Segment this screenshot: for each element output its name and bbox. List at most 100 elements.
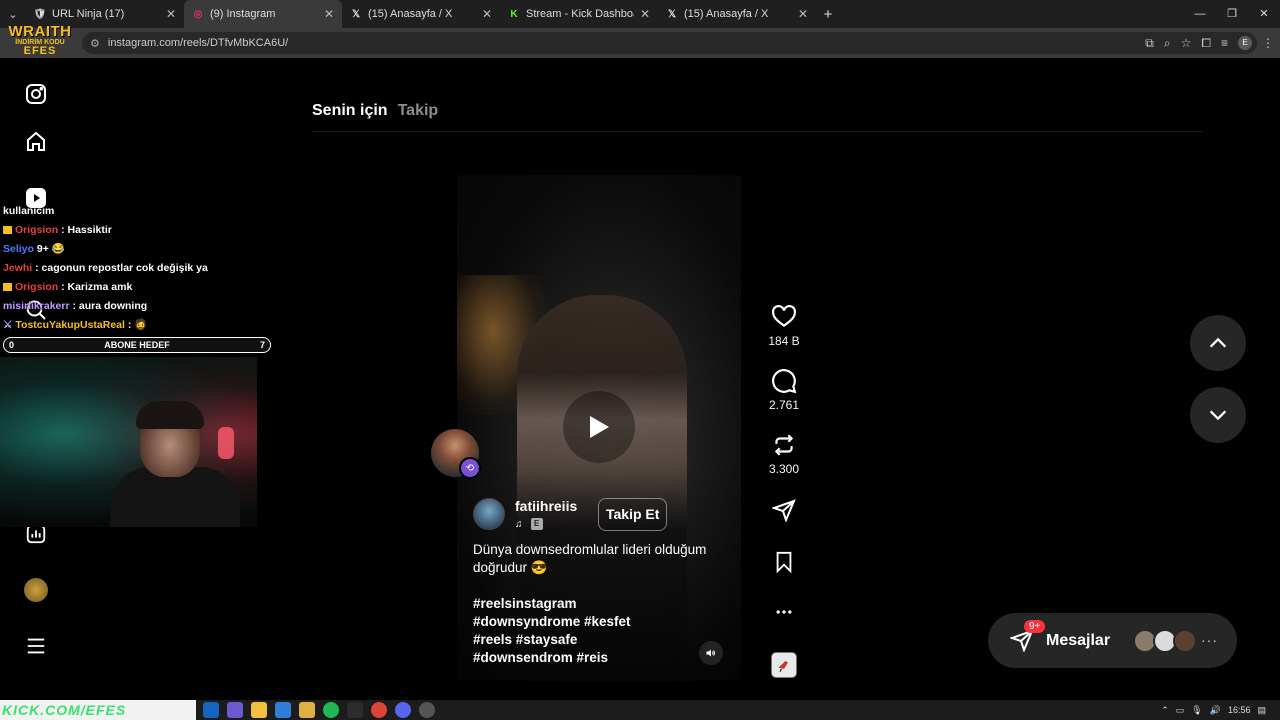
- chat-user: misiriikrakerr: [3, 300, 70, 312]
- close-window-icon[interactable]: ✕: [1248, 0, 1280, 28]
- feed-tabs: Senin için Takip: [312, 102, 438, 120]
- chevron-down-icon: [1209, 410, 1227, 421]
- tab-kick[interactable]: K Stream - Kick Dashboard ✕: [500, 0, 658, 28]
- taskbar-search-area[interactable]: KICK.COM/EFES: [0, 700, 196, 720]
- more-menu-icon[interactable]: [22, 632, 50, 660]
- extensions-icon[interactable]: ⧠: [1201, 36, 1211, 51]
- sub-badge-icon: [3, 283, 12, 292]
- logo-line-3: EFES: [23, 45, 57, 57]
- tab-x-2[interactable]: 𝕏 (15) Anasayfa / X ✕: [658, 0, 816, 28]
- profile-avatar[interactable]: E: [1238, 36, 1252, 50]
- chat-user: Origsion: [15, 224, 59, 236]
- browser-menu-icon[interactable]: ⋮: [1262, 36, 1274, 50]
- play-button[interactable]: [563, 391, 635, 463]
- author-avatar[interactable]: [473, 498, 505, 530]
- x-icon: 𝕏: [351, 8, 361, 20]
- chat-message: Origsion : Karizma amk: [0, 278, 272, 297]
- restore-icon[interactable]: ❐: [1216, 0, 1248, 28]
- chat-user: Seliyo: [3, 243, 34, 255]
- store-icon[interactable]: [251, 702, 267, 718]
- bird-icon: [778, 661, 788, 672]
- volume-icon[interactable]: 🔊: [1210, 705, 1221, 716]
- close-icon[interactable]: ✕: [798, 7, 808, 21]
- reel-video[interactable]: fatiihreiis ♫ E Takip Et Dünya downsedro…: [457, 175, 741, 681]
- windows-taskbar: KICK.COM/EFES ⌃ ▭ 🎙 🔊 16:56 ▤: [0, 700, 1280, 720]
- goal-end: 7: [259, 340, 265, 350]
- kick-watermark: KICK.COM/EFES: [2, 702, 127, 718]
- repost-action[interactable]: 3.300: [764, 432, 804, 476]
- follow-button[interactable]: Takip Et: [598, 498, 668, 531]
- hashtag-line[interactable]: #downsyndrome #kesfet: [473, 613, 713, 631]
- terminal-icon[interactable]: [347, 702, 363, 718]
- network-icon[interactable]: ▭: [1176, 705, 1185, 716]
- instagram-logo-icon[interactable]: [22, 80, 50, 108]
- chat-text: : Karizma amk: [58, 281, 133, 293]
- music-note-icon[interactable]: ♫: [515, 519, 523, 530]
- volume-button[interactable]: [699, 641, 723, 665]
- sword-badge-icon: ⚔: [3, 319, 13, 331]
- like-count: 184 B: [768, 334, 800, 348]
- close-icon[interactable]: ✕: [482, 7, 492, 21]
- clock[interactable]: 16:56: [1228, 705, 1251, 715]
- url-field[interactable]: ⚙ instagram.com/reels/DTfvMbKCA6U/: [82, 32, 1257, 54]
- mail-icon[interactable]: [275, 702, 291, 718]
- folder-icon[interactable]: [299, 702, 315, 718]
- new-tab-button[interactable]: +: [816, 6, 840, 23]
- tab-senin-icin[interactable]: Senin için: [312, 102, 388, 120]
- microphone-icon[interactable]: 🎙: [1191, 705, 1202, 716]
- discord-icon[interactable]: [395, 702, 411, 718]
- tab-title: (9) Instagram: [210, 8, 276, 20]
- tab-takip[interactable]: Takip: [398, 102, 439, 120]
- hashtag-line[interactable]: #downsendrom #reis: [473, 649, 713, 667]
- spotify-icon[interactable]: [323, 702, 339, 718]
- chat-text: : Hassiktir: [58, 224, 112, 236]
- hashtag-line[interactable]: #reelsinstagram: [473, 595, 713, 613]
- chat-user: TostcuYakupUstaReal: [15, 319, 125, 331]
- tab-x-1[interactable]: 𝕏 (15) Anasayfa / X ✕: [342, 0, 500, 28]
- notifications-icon[interactable]: ▤: [1257, 705, 1266, 716]
- url-text: instagram.com/reels/DTfvMbKCA6U/: [107, 37, 289, 49]
- hashtag-line[interactable]: #reels #staysafe: [473, 631, 713, 649]
- copilot-icon[interactable]: [227, 702, 243, 718]
- tray-chevron-icon[interactable]: ⌃: [1161, 705, 1169, 716]
- reel-author: fatiihreiis ♫ E: [473, 498, 577, 530]
- chat-text: : aura downing: [69, 300, 148, 312]
- close-icon[interactable]: ✕: [324, 7, 334, 21]
- webcam-hair: [136, 401, 204, 429]
- close-icon[interactable]: ✕: [166, 7, 176, 21]
- sub-badge-icon: [3, 226, 12, 235]
- obs-icon[interactable]: [419, 702, 435, 718]
- webcam-lamp: [218, 427, 234, 459]
- share-action[interactable]: [764, 498, 804, 522]
- zoom-icon[interactable]: ⌕: [1164, 36, 1171, 51]
- chat-message: Origsion : Hassiktir: [0, 221, 272, 240]
- previous-reel-button[interactable]: [1190, 315, 1246, 371]
- minimize-icon[interactable]: —: [1184, 0, 1216, 28]
- logo-line-1: WRAITH: [8, 23, 72, 40]
- audio-thumbnail[interactable]: [771, 652, 797, 678]
- cast-icon[interactable]: ⧉: [1145, 36, 1154, 51]
- play-icon: [590, 416, 609, 438]
- system-tray: ⌃ ▭ 🎙 🔊 16:56 ▤: [1161, 700, 1266, 720]
- comment-count: 2.761: [768, 398, 800, 412]
- home-icon[interactable]: [22, 128, 50, 156]
- close-icon[interactable]: ✕: [640, 7, 650, 21]
- heart-icon: [772, 304, 796, 327]
- author-name[interactable]: fatiihreiis: [515, 498, 577, 514]
- save-action[interactable]: [764, 550, 804, 574]
- chrome-icon[interactable]: [371, 702, 387, 718]
- site-info-icon[interactable]: ⚙: [90, 37, 100, 50]
- next-reel-button[interactable]: [1190, 387, 1246, 443]
- messages-button[interactable]: 9+ Mesajlar ···: [988, 613, 1237, 668]
- chat-text: : cagonun repostlar cok değişik ya: [32, 262, 208, 274]
- reading-list-icon[interactable]: ≡: [1221, 36, 1228, 50]
- bookmark-star-icon[interactable]: ☆: [1181, 36, 1192, 50]
- like-action[interactable]: 184 B: [764, 304, 804, 348]
- repost-badge-icon: ⟲: [459, 457, 481, 479]
- profile-avatar-icon[interactable]: [22, 576, 50, 604]
- tab-instagram[interactable]: ◎ (9) Instagram ✕: [184, 0, 342, 28]
- edge-icon[interactable]: [203, 702, 219, 718]
- more-options[interactable]: [764, 602, 804, 622]
- chat-header: kullanıcım: [3, 205, 55, 217]
- comment-action[interactable]: 2.761: [764, 368, 804, 412]
